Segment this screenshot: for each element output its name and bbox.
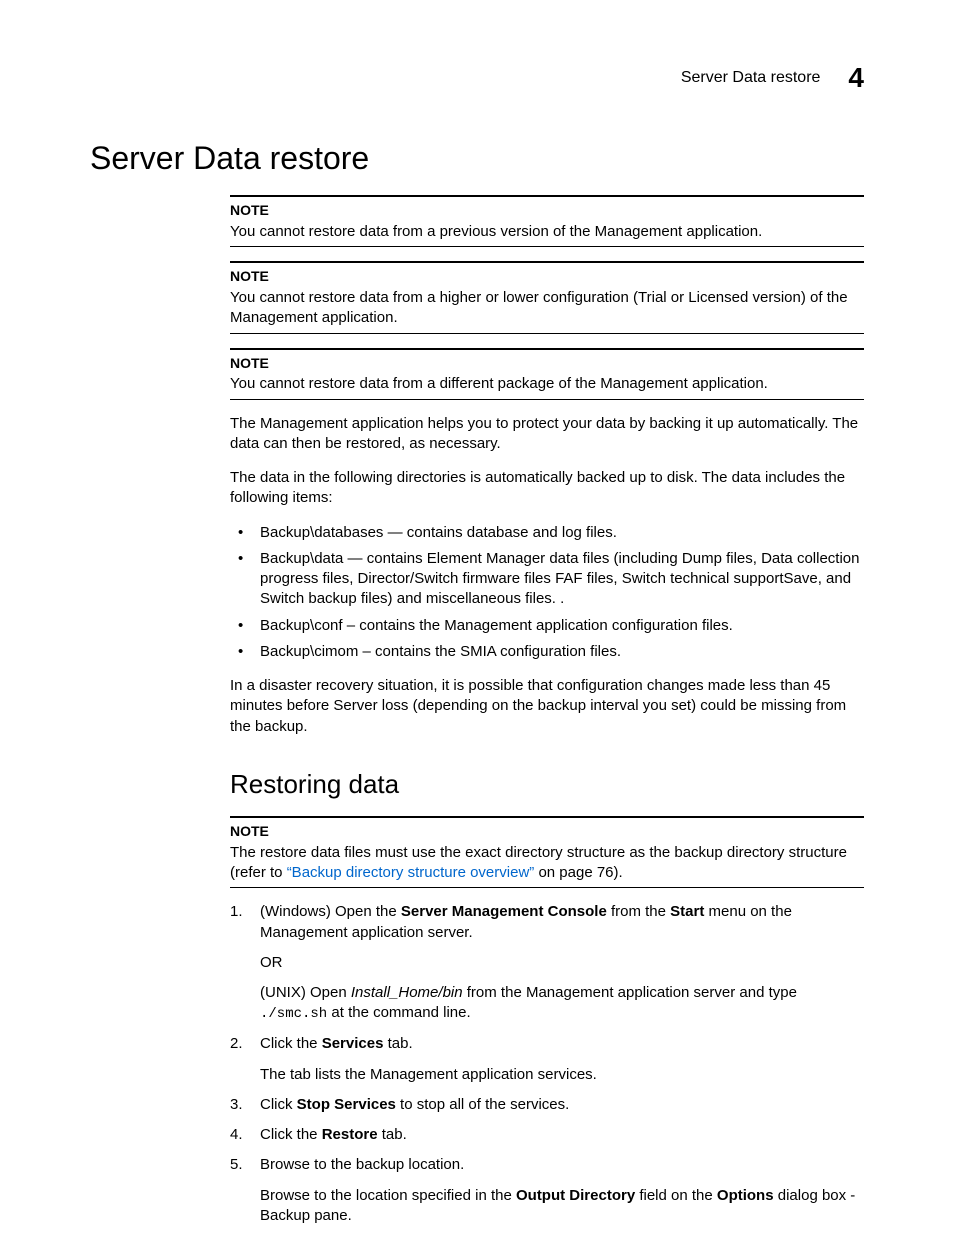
list-item: Backup\conf – contains the Management ap…: [230, 616, 864, 636]
step-sub: Browse to the location specified in the …: [260, 1186, 864, 1227]
bold: Start: [670, 903, 704, 920]
paragraph: In a disaster recovery situation, it is …: [230, 676, 864, 737]
step-item: (Windows) Open the Server Management Con…: [230, 902, 864, 1024]
step-item: Click the Services tab. The tab lists th…: [230, 1034, 864, 1085]
page-title: Server Data restore: [90, 140, 864, 177]
cross-reference-link[interactable]: “Backup directory structure overview”: [287, 864, 535, 881]
note-text: You cannot restore data from a previous …: [230, 222, 864, 242]
step-list: (Windows) Open the Server Management Con…: [230, 902, 864, 1226]
text: tab.: [378, 1126, 407, 1143]
bold: Options: [717, 1187, 774, 1204]
bold: Services: [322, 1035, 384, 1052]
note-text: The restore data files must use the exac…: [230, 843, 864, 884]
rule: [230, 816, 864, 818]
body-column: NOTE You cannot restore data from a prev…: [230, 195, 864, 1226]
chapter-number: 4: [848, 62, 864, 94]
text: at the command line.: [327, 1004, 470, 1021]
step-sub: OR: [260, 953, 864, 973]
text: Click the: [260, 1126, 322, 1143]
subheading: Restoring data: [230, 767, 864, 802]
running-header: Server Data restore 4: [681, 62, 864, 94]
step-sub: The tab lists the Management application…: [260, 1065, 864, 1085]
step-sub: (UNIX) Open Install_Home/bin from the Ma…: [260, 983, 864, 1024]
bold: Restore: [322, 1126, 378, 1143]
text: from the: [607, 903, 670, 920]
rule: [230, 399, 864, 400]
text: (UNIX) Open: [260, 984, 351, 1001]
paragraph: The Management application helps you to …: [230, 414, 864, 455]
note-label: NOTE: [230, 267, 864, 286]
text: on page 76).: [534, 864, 622, 881]
step-item: Browse to the backup location. Browse to…: [230, 1155, 864, 1226]
page: Server Data restore 4 Server Data restor…: [0, 0, 954, 1235]
text: (Windows) Open the: [260, 903, 401, 920]
list-item: Backup\databases — contains database and…: [230, 523, 864, 543]
note-text: You cannot restore data from a different…: [230, 374, 864, 394]
note-label: NOTE: [230, 822, 864, 841]
rule: [230, 195, 864, 197]
bullet-list: Backup\databases — contains database and…: [230, 523, 864, 663]
text: Click the: [260, 1035, 322, 1052]
rule: [230, 261, 864, 263]
text: tab.: [383, 1035, 412, 1052]
note-block: NOTE You cannot restore data from a diff…: [230, 348, 864, 400]
text: to stop all of the services.: [396, 1096, 569, 1113]
bold: Server Management Console: [401, 903, 607, 920]
text: Click: [260, 1096, 297, 1113]
list-item: Backup\data — contains Element Manager d…: [230, 549, 864, 610]
note-label: NOTE: [230, 354, 864, 373]
italic: Install_Home/bin: [351, 984, 463, 1001]
paragraph: The data in the following directories is…: [230, 468, 864, 509]
code: ./smc.sh: [260, 1006, 327, 1022]
running-title: Server Data restore: [681, 69, 821, 87]
note-label: NOTE: [230, 201, 864, 220]
rule: [230, 246, 864, 247]
rule: [230, 333, 864, 334]
step-item: Click the Restore tab.: [230, 1125, 864, 1145]
list-item: Backup\cimom – contains the SMIA configu…: [230, 642, 864, 662]
text: field on the: [635, 1187, 717, 1204]
text: Browse to the location specified in the: [260, 1187, 516, 1204]
note-block: NOTE You cannot restore data from a prev…: [230, 195, 864, 247]
text: from the Management application server a…: [463, 984, 797, 1001]
rule: [230, 887, 864, 888]
note-block: NOTE You cannot restore data from a high…: [230, 261, 864, 333]
note-text: You cannot restore data from a higher or…: [230, 288, 864, 329]
rule: [230, 348, 864, 350]
note-block: NOTE The restore data files must use the…: [230, 816, 864, 888]
text: Browse to the backup location.: [260, 1156, 464, 1173]
bold: Stop Services: [297, 1096, 396, 1113]
bold: Output Directory: [516, 1187, 635, 1204]
step-item: Click Stop Services to stop all of the s…: [230, 1095, 864, 1115]
